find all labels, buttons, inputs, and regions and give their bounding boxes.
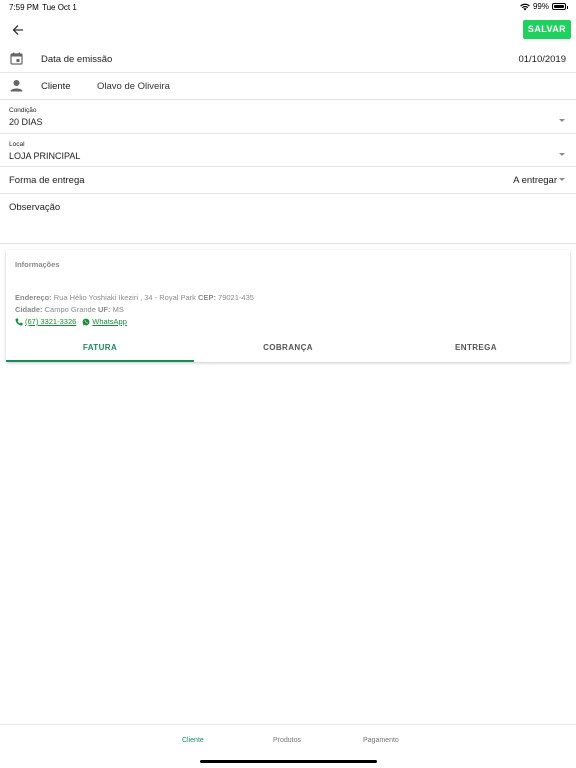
endereco-label: Endereço: (15, 293, 52, 302)
condicao-label: Condição (9, 107, 37, 114)
local-select[interactable]: Local LOJA PRINCIPAL (0, 134, 576, 167)
local-label: Local (9, 141, 25, 148)
entrega-value: A entregar (513, 175, 557, 186)
save-button[interactable]: SALVAR (522, 20, 571, 39)
status-date: Tue Oct 1 (42, 3, 77, 12)
endereco-value: Rua Hélio Yoshiaki Ikeziri , 34 - Royal … (53, 293, 196, 302)
chevron-down-icon (559, 178, 565, 181)
back-button[interactable] (8, 20, 28, 40)
observacao-label: Observação (9, 202, 61, 213)
emissao-label: Data de emissão (41, 54, 113, 65)
nav-item-produtos[interactable]: Produtos (273, 737, 301, 744)
phone-icon (15, 318, 23, 325)
status-right: 99% (520, 2, 568, 11)
nav-item-pagamento[interactable]: Pagamento (363, 737, 399, 744)
calendar-icon (10, 52, 23, 65)
tab-cobranca[interactable]: COBRANÇA (194, 336, 382, 362)
card-title: Informações (15, 260, 60, 269)
chevron-down-icon (559, 153, 565, 156)
emissao-value: 01/10/2019 (518, 54, 566, 65)
tab-fatura[interactable]: FATURA (6, 336, 194, 362)
whatsapp-text: WhatsApp (92, 317, 127, 326)
observacao-field[interactable]: Observação (0, 194, 576, 244)
battery-percent: 99% (532, 2, 549, 11)
uf-label: UF: (97, 305, 111, 314)
battery-icon (552, 3, 568, 10)
city-line: Cidade: Campo Grande UF: MS (15, 305, 124, 314)
local-value: LOJA PRINCIPAL (9, 151, 81, 161)
toolbar: SALVAR (0, 14, 576, 46)
cliente-value: Olavo de Oliveira (97, 81, 170, 92)
address-line: Endereço: Rua Hélio Yoshiaki Ikeziri , 3… (15, 293, 254, 302)
uf-value: MS (112, 305, 124, 314)
cliente-label: Cliente (41, 81, 71, 92)
cliente-row[interactable]: Cliente Olavo de Oliveira (0, 73, 576, 100)
status-bar: 7:59 PM Tue Oct 1 99% (0, 0, 576, 14)
whatsapp-link[interactable]: WhatsApp (82, 317, 127, 326)
contact-line: (67) 3321-3326 WhatsApp (15, 317, 127, 326)
nav-item-cliente[interactable]: Cliente (182, 737, 204, 744)
cep-label: CEP: (198, 293, 216, 302)
entrega-select[interactable]: Forma de entrega A entregar (0, 167, 576, 194)
condicao-select[interactable]: Condição 20 DIAS (0, 100, 576, 134)
info-tabs: FATURA COBRANÇA ENTREGA (6, 336, 570, 362)
cep-value: 79021-435 (218, 293, 254, 302)
entrega-label: Forma de entrega (9, 175, 85, 186)
condicao-value: 20 DIAS (9, 117, 43, 127)
emissao-row[interactable]: Data de emissão 01/10/2019 (0, 46, 576, 73)
phone-text: (67) 3321-3326 (25, 317, 77, 326)
arrow-left-icon (12, 25, 23, 35)
phone-link[interactable]: (67) 3321-3326 (15, 317, 76, 326)
whatsapp-icon (82, 318, 90, 325)
tab-entrega[interactable]: ENTREGA (382, 336, 570, 362)
person-icon (10, 80, 23, 92)
wifi-icon (520, 3, 530, 10)
cidade-label: Cidade: (15, 305, 43, 314)
info-card: Informações Endereço: Rua Hélio Yoshiaki… (6, 250, 570, 362)
status-time: 7:59 PM (9, 3, 39, 12)
cidade-value: Campo Grande (44, 305, 96, 314)
chevron-down-icon (559, 119, 565, 122)
home-indicator (200, 760, 377, 763)
